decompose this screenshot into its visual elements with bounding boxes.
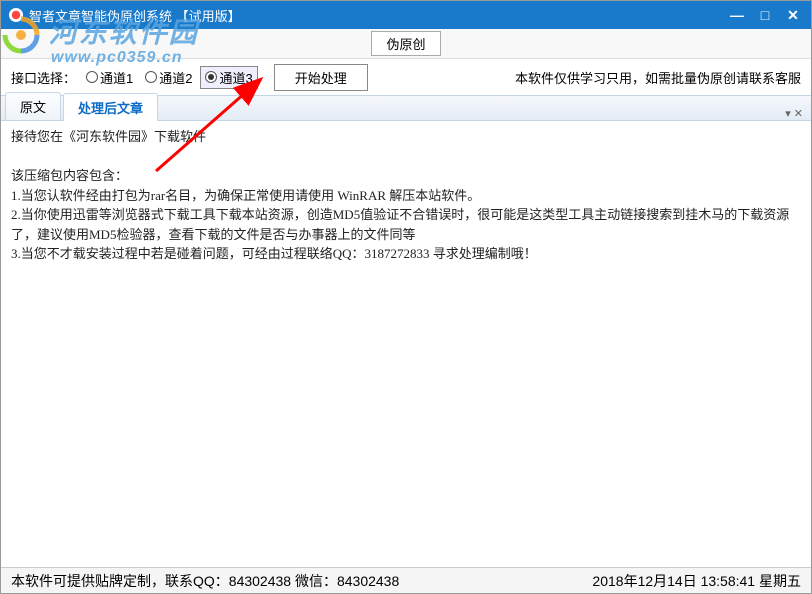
app-window: 智者文章智能伪原创系统 【试用版】 — □ ✕ 河东软件园 www.pc0359… (0, 0, 812, 594)
tab-bar: 原文 处理后文章 ▾ ✕ (1, 95, 811, 121)
start-process-button[interactable]: 开始处理 (274, 64, 368, 91)
content-area[interactable]: 接待您在《河东软件园》下载软件 该压缩包内容包含： 1.当您认软件经由打包为ra… (1, 121, 811, 565)
maximize-button[interactable]: □ (751, 4, 779, 26)
status-contact: 本软件可提供贴牌定制，联系QQ：84302438 微信：84302438 (11, 571, 592, 591)
top-toolbar: 伪原创 (1, 29, 811, 59)
window-title: 智者文章智能伪原创系统 【试用版】 (29, 6, 723, 25)
close-button[interactable]: ✕ (779, 4, 807, 26)
tab-dropdown-icon[interactable]: ▾ ✕ (777, 107, 811, 120)
app-icon (9, 8, 23, 22)
radio-channel2[interactable]: 通道2 (141, 67, 196, 88)
tab-original[interactable]: 原文 (5, 92, 61, 120)
fake-original-button[interactable]: 伪原创 (371, 31, 440, 56)
options-toolbar: 接口选择： 通道1 通道2 通道3 开始处理 本软件仅供学习只用，如需批量伪原创… (1, 59, 811, 95)
channel-radio-group: 通道1 通道2 通道3 (82, 66, 258, 89)
radio-icon (205, 71, 217, 83)
status-datetime: 2018年12月14日 13:58:41 星期五 (592, 571, 801, 591)
radio-label: 通道1 (100, 68, 133, 87)
window-controls: — □ ✕ (723, 4, 807, 26)
radio-channel3[interactable]: 通道3 (200, 66, 257, 89)
radio-icon (86, 71, 98, 83)
content-line: 3.当您不才载安装过程中若是碰着问题，可经由过程联络QQ：3187272833 … (11, 244, 801, 264)
minimize-button[interactable]: — (723, 4, 751, 26)
notice-text: 本软件仅供学习只用，如需批量伪原创请联系客服 (515, 68, 801, 87)
tab-processed[interactable]: 处理后文章 (63, 93, 158, 121)
radio-channel1[interactable]: 通道1 (82, 67, 137, 88)
radio-icon (145, 71, 157, 83)
content-line: 接待您在《河东软件园》下载软件 (11, 127, 801, 147)
radio-label: 通道2 (159, 68, 192, 87)
radio-label: 通道3 (219, 68, 252, 87)
content-line: 2.当你使用迅雷等浏览器式下载工具下载本站资源，创造MD5值验证不合错误时，很可… (11, 205, 801, 244)
content-line: 该压缩包内容包含： (11, 166, 801, 186)
status-bar: 本软件可提供贴牌定制，联系QQ：84302438 微信：84302438 201… (1, 567, 811, 593)
titlebar[interactable]: 智者文章智能伪原创系统 【试用版】 — □ ✕ (1, 1, 811, 29)
content-line: 1.当您认软件经由打包为rar名目，为确保正常使用请使用 WinRAR 解压本站… (11, 186, 801, 206)
interface-label: 接口选择： (11, 68, 76, 87)
